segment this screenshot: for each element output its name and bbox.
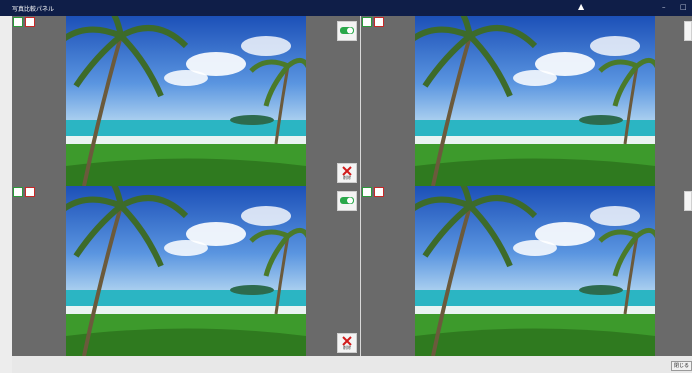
left-strip xyxy=(0,16,12,373)
delete-button[interactable]: 削除 xyxy=(337,333,357,353)
toggle-icon xyxy=(340,27,354,34)
window-title: 写真比較パネル xyxy=(12,6,55,13)
minimize-button[interactable]: – xyxy=(662,3,666,11)
checkbox-keep[interactable] xyxy=(362,17,372,27)
side-button-partial[interactable] xyxy=(684,191,692,211)
checkbox-keep[interactable] xyxy=(362,187,372,197)
close-button[interactable]: 閉じる xyxy=(671,361,692,371)
checkbox-keep[interactable] xyxy=(13,187,23,197)
title-bar: 写真比較パネル ▲ – □ xyxy=(0,0,692,16)
checkbox-discard[interactable] xyxy=(25,17,35,27)
checkbox-discard[interactable] xyxy=(374,187,384,197)
side-button-partial[interactable] xyxy=(684,21,692,41)
beach-photo xyxy=(66,186,306,356)
beach-photo xyxy=(415,16,655,186)
delete-label: 削除 xyxy=(343,345,351,350)
photo-tile-2[interactable] xyxy=(361,16,692,186)
photo-tile-3[interactable]: 削除 xyxy=(12,186,360,356)
toggle-icon xyxy=(340,197,354,204)
toggle-button[interactable] xyxy=(337,21,357,41)
maximize-button[interactable]: □ xyxy=(680,3,687,11)
delete-button[interactable]: 削除 xyxy=(337,163,357,183)
beach-photo xyxy=(66,16,306,186)
photo-tile-4[interactable] xyxy=(361,186,692,356)
beach-photo xyxy=(415,186,655,356)
photo-tile-1[interactable]: 削除 xyxy=(12,16,360,186)
checkbox-keep[interactable] xyxy=(13,17,23,27)
toggle-button[interactable] xyxy=(337,191,357,211)
delete-label: 削除 xyxy=(343,175,351,180)
bottom-strip xyxy=(12,356,692,373)
cursor-icon: ▲ xyxy=(578,2,585,11)
checkbox-discard[interactable] xyxy=(374,17,384,27)
checkbox-discard[interactable] xyxy=(25,187,35,197)
